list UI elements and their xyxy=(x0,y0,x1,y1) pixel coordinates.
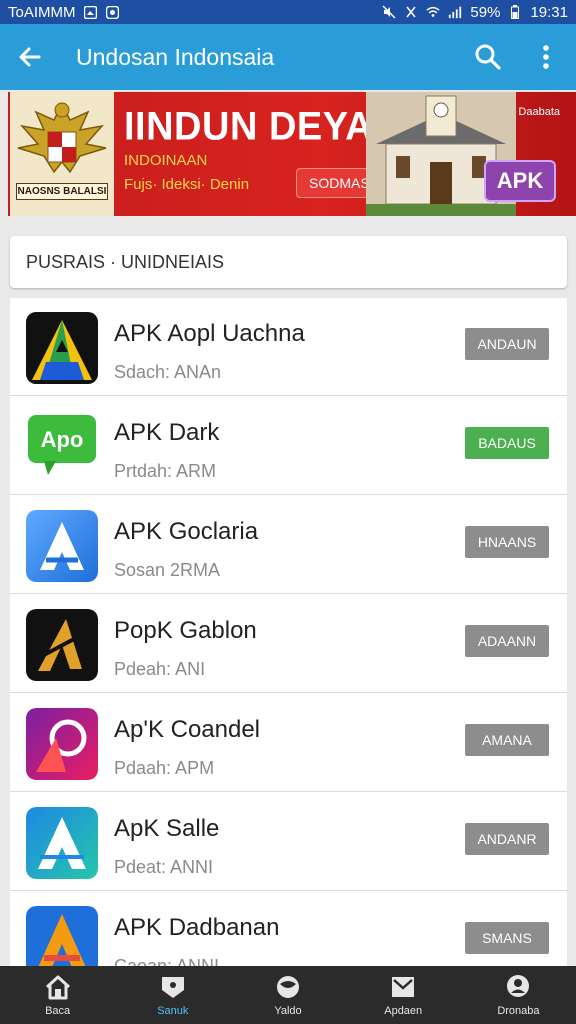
list-item[interactable]: Ap'K Coandel Pdaah: APM AMANA xyxy=(10,694,567,792)
nav-item-mail[interactable]: Apdaen xyxy=(346,966,461,1024)
list-item[interactable]: ApK Salle Pdeat: ANNI ANDANR xyxy=(10,793,567,891)
section-title: PUSRAIS · UNIDNEIAIS xyxy=(10,236,567,288)
app-name: APK Aopl Uachna xyxy=(114,320,305,347)
nav-label: Sanuk xyxy=(157,1005,189,1017)
nav-label: Baca xyxy=(45,1005,71,1017)
blue-a-icon xyxy=(26,510,98,582)
nav-label: Yaldo xyxy=(274,1005,302,1017)
nav-label: Dronaba xyxy=(497,1005,540,1017)
app-meta: Pdeah: ANI xyxy=(114,659,206,679)
app-action-button[interactable]: ANDANR xyxy=(465,823,549,855)
banner-subtitle: INDOINAAN xyxy=(124,152,208,169)
battery-percent: 59% xyxy=(470,3,501,21)
battery-icon xyxy=(508,5,522,19)
mute-icon xyxy=(382,5,396,19)
apo-chat-icon: Apo xyxy=(26,411,98,483)
list-item[interactable]: Apo APK Dark Prtdah: ARM BADAUS xyxy=(10,397,567,495)
banner-headline: IINDUN DEYAN xyxy=(124,104,401,150)
svg-text:Apo: Apo xyxy=(41,427,84,452)
app-meta: Caoan: ANNI xyxy=(114,956,220,966)
nav-label: Apdaen xyxy=(384,1005,423,1017)
app-meta: Sosan 2RMA xyxy=(114,560,221,580)
message-notification-icon xyxy=(106,5,120,19)
carrier-label: ToAIMMM xyxy=(8,3,76,21)
app-meta: Sdach: ANAn xyxy=(114,362,222,382)
app-name: APK Goclaria xyxy=(114,518,259,545)
list-item[interactable]: PopK Gablon Pdeah: ANI ADAANN xyxy=(10,595,567,693)
app-meta: Pdaah: APM xyxy=(114,758,215,778)
nav-item-globe[interactable]: Yaldo xyxy=(230,966,345,1024)
app-action-button[interactable]: BADAUS xyxy=(465,427,549,459)
list-item[interactable]: APK Dadbanan Caoan: ANNI SMANS xyxy=(10,892,567,966)
mail-icon xyxy=(388,973,418,1001)
garuda-emblem-icon: NAOSNS BALALSI xyxy=(10,92,114,216)
tag-icon xyxy=(158,973,188,1001)
promo-banner[interactable]: NAOSNS BALALSI IINDUN DEYAN INDOINAAN Fu… xyxy=(8,92,576,216)
app-title: Undosan Indonsaia xyxy=(76,43,275,70)
app-meta: Prtdah: ARM xyxy=(114,461,217,481)
orange-a-icon xyxy=(26,906,98,966)
list-item[interactable]: APK Goclaria Sosan 2RMA HNAANS xyxy=(10,496,567,594)
banner-tagline: Fujs· Ideksi· Denin xyxy=(124,176,250,193)
home-icon xyxy=(43,973,73,1001)
triangle-a-icon xyxy=(26,312,98,384)
clock: 19:31 xyxy=(530,3,568,21)
app-bar: Undosan Indonsaia xyxy=(0,24,576,90)
app-name: PopK Gablon xyxy=(114,617,257,644)
banner-corner-label: Daabata xyxy=(518,106,560,118)
nav-item-tag[interactable]: Sanuk xyxy=(115,966,230,1024)
bottom-navigation: Baca Sanuk Yaldo Apdaen Dronaba xyxy=(0,966,576,1024)
nav-item-user[interactable]: Dronaba xyxy=(461,966,576,1024)
image-notification-icon xyxy=(84,5,98,19)
app-name: APK Dark xyxy=(114,419,220,446)
user-icon xyxy=(503,973,533,1001)
app-name: ApK Salle xyxy=(114,815,220,842)
list-item[interactable]: APK Aopl Uachna Sdach: ANAn ANDAUN xyxy=(10,298,567,396)
app-action-button[interactable]: SMANS xyxy=(465,922,549,954)
app-name: Ap'K Coandel xyxy=(114,716,261,743)
nav-item-home[interactable]: Baca xyxy=(0,966,115,1024)
search-icon[interactable] xyxy=(472,41,504,73)
gold-a-icon xyxy=(26,609,98,681)
globe-icon xyxy=(273,973,303,1001)
wifi-icon xyxy=(426,5,441,19)
emblem-caption: NAOSNS BALALSI xyxy=(16,183,108,200)
app-action-button[interactable]: HNAANS xyxy=(465,526,549,558)
purple-swirl-icon xyxy=(26,708,98,780)
app-meta: Pdeat: ANNI xyxy=(114,857,214,877)
status-bar: ToAIMMM 59% 19:31 xyxy=(0,0,576,24)
nfc-icon xyxy=(404,5,418,19)
app-action-button[interactable]: ANDAUN xyxy=(465,328,549,360)
more-options-icon[interactable] xyxy=(530,41,562,73)
app-name: APK Dadbanan xyxy=(114,914,280,941)
apk-button[interactable]: APK xyxy=(484,160,556,202)
signal-icon xyxy=(448,5,462,19)
app-list: APK Aopl Uachna Sdach: ANAn ANDAUN Apo A… xyxy=(10,298,567,966)
app-action-button[interactable]: ADAANN xyxy=(465,625,549,657)
app-action-button[interactable]: AMANA xyxy=(465,724,549,756)
back-arrow-icon[interactable] xyxy=(14,41,46,73)
teal-a-icon xyxy=(26,807,98,879)
